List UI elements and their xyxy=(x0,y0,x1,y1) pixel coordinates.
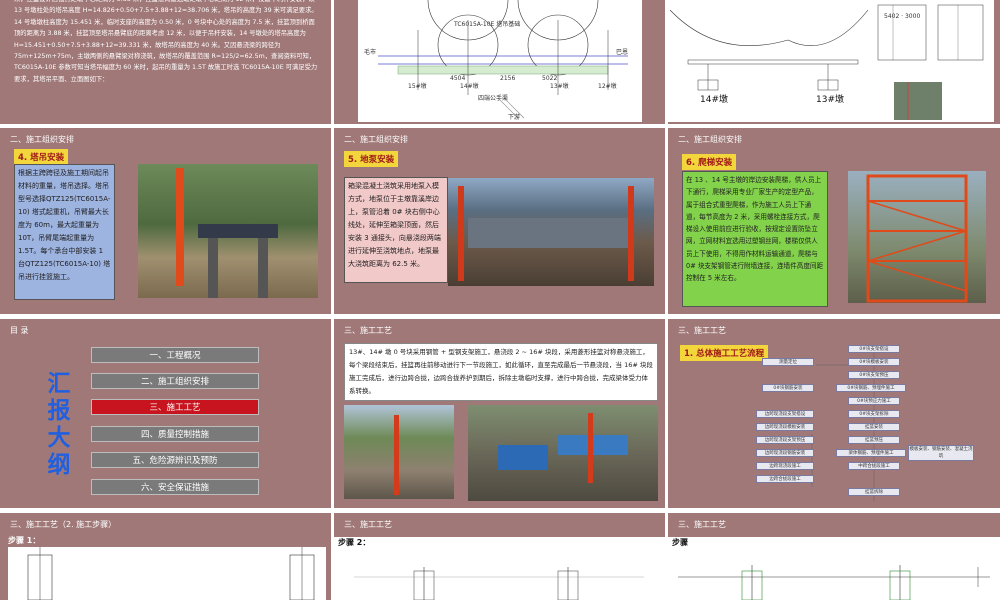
pier-14-label: 14#墩 xyxy=(460,82,479,90)
river-label: 四端公手渠 xyxy=(478,94,508,102)
slide-outline[interactable]: 目 录 汇报大纲 一、工程概况 二、施工组织安排 三、施工工艺 四、质量控制措施… xyxy=(0,319,331,508)
pier-12-label: 12#墩 xyxy=(598,82,617,90)
dim-1: 4504 xyxy=(450,75,465,82)
flow-step-19: 边跨合拢段施工 xyxy=(756,475,814,483)
slide-step-2[interactable]: 三、施工工艺 步骤 2： xyxy=(334,513,665,600)
flow-step-6: 0#块钢筋、预埋件施工 xyxy=(836,384,906,392)
flow-step-15: 梁体钢筋、预埋件施工 xyxy=(836,449,906,457)
menu-item-overview[interactable]: 一、工程概况 xyxy=(91,347,259,363)
crane-label-text: TC6015A-10E 塔吊基础 xyxy=(453,20,520,28)
tower-crane-text: 根据主跨跨径及施工期间起吊材料的重量，塔吊选择。塔吊型号选择QTZ125(TC6… xyxy=(14,164,115,300)
west-label: 毛市 xyxy=(364,48,376,56)
step-3-svg xyxy=(678,565,990,600)
flow-step-7: 0#块预应力施工 xyxy=(848,397,900,405)
flow-step-10: 边跨现浇段模板安装 xyxy=(756,423,814,431)
pier-15-label: 15#墩 xyxy=(408,82,427,90)
slide-tower-crane[interactable]: 二、施工组织安排 4. 塔吊安装 根据主跨跨径及施工期间起吊材料的重量，塔吊选择… xyxy=(0,128,331,314)
flow-step-16: 模板安装、钢筋安装、混凝土浇筑 xyxy=(908,445,974,461)
pier-13-label: 13#墩 xyxy=(550,82,569,90)
section-title: 二、施工组织安排 xyxy=(344,135,408,144)
flow-step-12: 边跨现浇段支架预压 xyxy=(756,436,814,444)
flow-step-4: 0#块支架预压 xyxy=(848,371,900,379)
crane-height-text: 米，挂篮设计后锚点距墩中心距离为 3.88 米，挂篮悬臂最远端距墩中心距离为 1… xyxy=(14,0,318,83)
flow-step-1: 0#块支架搭设 xyxy=(848,345,900,353)
flow-step-13: 挂篮预压 xyxy=(848,436,900,444)
tower-crane-photo xyxy=(138,164,318,298)
ladder-photo xyxy=(848,171,986,303)
crane-plan-drawing: TC6015A-10E 塔吊基础 毛市 巴恩 15#墩 14#墩 13#墩 12… xyxy=(358,0,642,122)
slide-step-3[interactable]: 三、施工工艺 步骤 xyxy=(668,513,1000,600)
slide-ladder[interactable]: 二、施工组织安排 6. 爬梯安装 在 13 、14 号主墩的岸边安装爬梯，供人员… xyxy=(668,128,1000,314)
flowchart-panel: 0#块支架搭设 测量定位 0#块模板安装 0#块支架预压 0#块钢筋安装 0#块… xyxy=(756,335,978,505)
topic-tag: 1. 总体施工工艺流程 xyxy=(680,345,769,361)
slide-ground-pump[interactable]: 二、施工组织安排 5. 地泵安装 箱梁混凝土浇筑采用地泵入模方式，地泵位于主墩靠… xyxy=(334,128,665,314)
crane-elevation-drawing: 5402 · 3000 14#墩 13#墩 xyxy=(668,0,994,122)
ground-pump-photo xyxy=(448,178,654,286)
flow-step-18: 中跨合拢段施工 xyxy=(848,462,900,470)
topic-tag: 4. 塔吊安装 xyxy=(14,149,69,165)
topic-tag: 6. 爬梯安装 xyxy=(682,154,737,170)
ground-pump-text: 箱梁混凝土浇筑采用地泵入模方式，地泵位于主墩靠溪岸边上，泵管沿着 0# 块右侧中… xyxy=(344,177,448,283)
crane-plan-svg: TC6015A-10E 塔吊基础 毛市 巴恩 15#墩 14#墩 13#墩 12… xyxy=(364,0,628,121)
dim-2: 2156 xyxy=(500,75,515,82)
section-title: 三、施工工艺 xyxy=(678,520,726,529)
dim-3: 5022 xyxy=(542,75,557,82)
flow-step-3: 0#块模板安装 xyxy=(848,358,900,366)
step-2-drawing: 步骤 2： xyxy=(334,537,665,600)
flow-step-17: 边跨现浇段施工 xyxy=(756,462,814,470)
detail-dims: 5402 · 3000 xyxy=(884,13,920,20)
pier-13-tag: 13#墩 xyxy=(816,93,844,105)
slide-crane-calc[interactable]: 米，挂篮设计后锚点距墩中心距离为 3.88 米，挂篮悬臂最远端距墩中心距离为 1… xyxy=(0,0,331,124)
flow-step-14: 边跨现浇段钢筋安装 xyxy=(756,449,814,457)
flow-step-8: 边跨现浇段支架搭设 xyxy=(756,410,814,418)
menu-item-hazards[interactable]: 五、危险源辨识及预防 xyxy=(91,452,259,468)
section-title: 三、施工工艺 xyxy=(678,326,726,335)
slide-flowchart[interactable]: 三、施工工艺 1. 总体施工工艺流程 0#块支架搭设 测量定位 0#块模板安装 … xyxy=(668,319,1000,508)
step-3-drawing: 步骤 xyxy=(668,537,1000,600)
east-label: 巴恩 xyxy=(616,49,628,56)
flow-step-20: 挂篮拆除 xyxy=(848,488,900,496)
menu-item-safety[interactable]: 六、安全保证措施 xyxy=(91,479,259,495)
flow-step-2: 测量定位 xyxy=(762,358,814,366)
process-intro-text: 13#、14# 墩 0 号块采用钢管 + 型钢支架施工，悬浇段 2 ~ 16# … xyxy=(344,343,658,401)
outline-title: 汇报大纲 xyxy=(47,371,71,478)
crane-elevation-svg: 5402 · 3000 14#墩 13#墩 xyxy=(669,4,984,120)
slide-crane-plan[interactable]: TC6015A-10E 塔吊基础 毛市 巴恩 15#墩 14#墩 13#墩 12… xyxy=(334,0,665,124)
section-title: 目 录 xyxy=(10,326,29,335)
pier-14-tag: 14#墩 xyxy=(700,93,728,105)
process-photo-right xyxy=(468,405,658,501)
section-title: 三、施工工艺 xyxy=(344,326,392,335)
flow-step-9: 0#块支架拆除 xyxy=(848,410,900,418)
flow-step-11: 挂篮安装 xyxy=(848,423,900,431)
step-2-svg xyxy=(354,567,644,600)
step-1-svg xyxy=(27,547,315,600)
section-title: 三、施工工艺（2. 施工步骤） xyxy=(10,520,117,529)
menu-item-quality[interactable]: 四、质量控制措施 xyxy=(91,426,259,442)
topic-tag: 5. 地泵安装 xyxy=(344,151,399,167)
ladder-structure xyxy=(866,174,968,303)
section-title: 二、施工组织安排 xyxy=(10,135,74,144)
slide-process-intro[interactable]: 三、施工工艺 13#、14# 墩 0 号块采用钢管 + 型钢支架施工，悬浇段 2… xyxy=(334,319,665,508)
slide-step-1[interactable]: 三、施工工艺（2. 施工步骤） 步骤 1： xyxy=(0,513,331,600)
step-label: 步骤 1： xyxy=(8,536,41,545)
section-title: 三、施工工艺 xyxy=(344,520,392,529)
section-title: 二、施工组织安排 xyxy=(678,135,742,144)
flow-step-5: 0#块钢筋安装 xyxy=(762,384,814,392)
menu-item-organization[interactable]: 二、施工组织安排 xyxy=(91,373,259,389)
menu-item-process[interactable]: 三、施工工艺 xyxy=(91,399,259,415)
process-photo-left xyxy=(344,405,454,499)
step-1-drawing xyxy=(8,547,326,600)
ladder-text: 在 13 、14 号主墩的岸边安装爬梯，供人员上下通行，爬梯采用专业厂家生产的定… xyxy=(682,171,828,307)
downstream-label: 下游 xyxy=(508,113,520,121)
slide-crane-elevation[interactable]: 5402 · 3000 14#墩 13#墩 xyxy=(668,0,1000,124)
